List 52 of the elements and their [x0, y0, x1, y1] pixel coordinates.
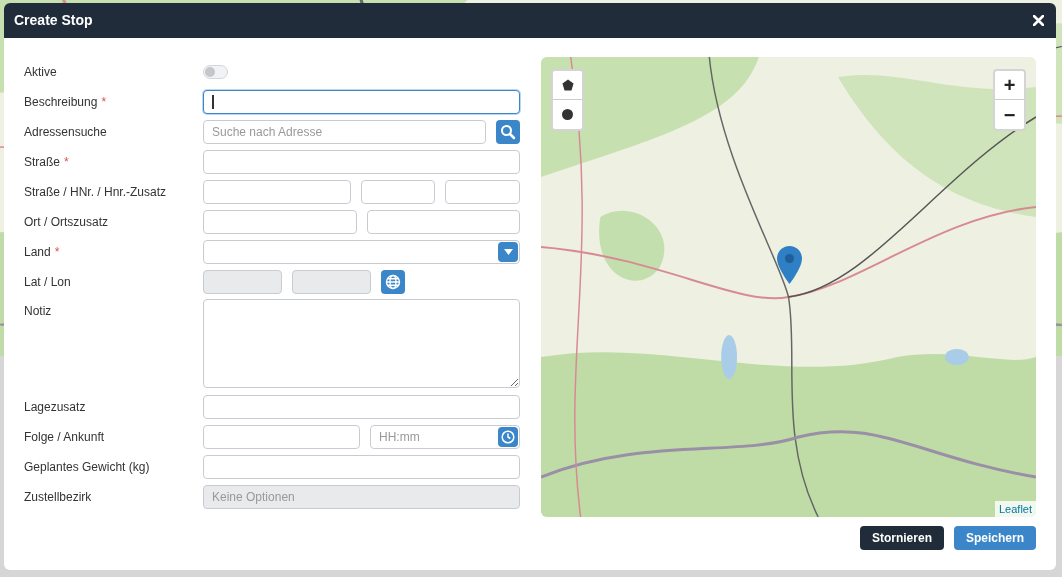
clock-icon	[501, 430, 515, 444]
time-placeholder: HH:mm	[379, 429, 420, 446]
field-label: Straße / HNr. / Hnr.-Zusatz	[24, 184, 167, 201]
field-label: Lagezusatz	[24, 399, 86, 416]
field-label: Adressensuche	[24, 124, 107, 141]
field-label: Land	[24, 244, 51, 261]
sequence-field[interactable]	[203, 425, 360, 449]
save-button[interactable]: Speichern	[953, 526, 1036, 550]
close-icon	[1032, 15, 1044, 26]
text-field[interactable]	[203, 395, 520, 419]
field-label: Lat / Lon	[24, 274, 71, 291]
toggle-switch[interactable]	[203, 65, 228, 79]
field-label: Straße	[24, 154, 60, 171]
text-field[interactable]	[203, 455, 520, 479]
country-select[interactable]	[203, 240, 520, 264]
zoom-in-button[interactable]: +	[995, 71, 1024, 100]
house-number-suffix-field[interactable]	[445, 180, 520, 204]
field-label: Beschreibung	[24, 94, 98, 111]
zoom-out-button[interactable]: −	[995, 100, 1024, 129]
note-textarea[interactable]	[203, 299, 520, 388]
search-button[interactable]	[496, 120, 520, 144]
street-field[interactable]	[203, 180, 351, 204]
pentagon-icon	[561, 79, 574, 91]
select-placeholder: Keine Optionen	[212, 489, 295, 506]
globe-icon	[385, 274, 401, 290]
text-field[interactable]	[203, 90, 520, 114]
close-button[interactable]	[1030, 12, 1046, 29]
required-mark: *	[101, 94, 107, 111]
required-mark: *	[54, 244, 60, 261]
caret-icon	[503, 249, 513, 255]
field-label: Aktive	[24, 64, 57, 81]
field-label: Folge / Ankunft	[24, 429, 105, 446]
search-icon	[500, 124, 516, 140]
map-marker-icon[interactable]	[777, 246, 802, 284]
field-label: Notiz	[24, 303, 52, 320]
cancel-button[interactable]: Stornieren	[859, 526, 944, 550]
field-label: Geplantes Gewicht (kg)	[24, 459, 150, 476]
address-search-field[interactable]: Suche nach Adresse	[203, 120, 486, 144]
field-label: Ort / Ortszusatz	[24, 214, 108, 231]
field-label: Zustellbezirk	[24, 489, 92, 506]
text-field[interactable]	[203, 150, 520, 174]
city-field[interactable]	[203, 210, 357, 234]
required-mark: *	[64, 154, 69, 171]
city-suffix-field[interactable]	[366, 210, 520, 234]
map[interactable]: + − Leaflet	[541, 57, 1036, 517]
dialog-title: Create Stop	[14, 11, 93, 30]
time-picker-button[interactable]	[498, 427, 518, 447]
text-cursor	[212, 95, 214, 109]
house-number-field[interactable]	[361, 180, 435, 204]
locate-button[interactable]	[381, 270, 405, 294]
circle-icon	[562, 109, 573, 120]
dropdown-button[interactable]	[498, 242, 518, 262]
